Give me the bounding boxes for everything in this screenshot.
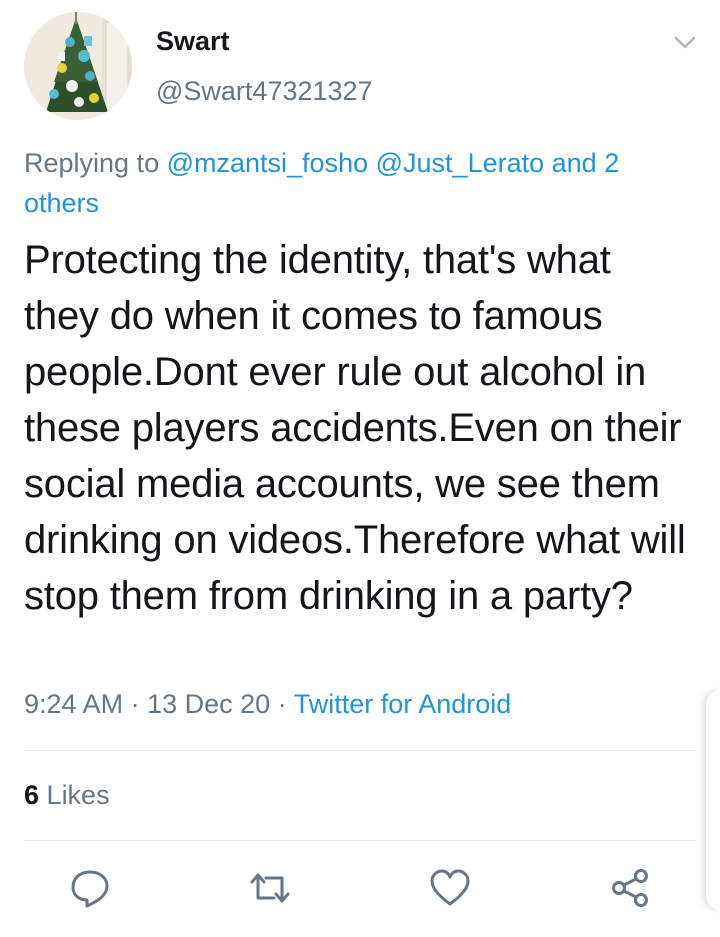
tweet-text: Protecting the identity, that's what the… bbox=[24, 238, 686, 618]
reply-context: Replying to @mzantsi_fosho @Just_Lerato … bbox=[24, 143, 689, 223]
tweet-meta: 9:24 AM · 13 Dec 20 · Twitter for Androi… bbox=[24, 689, 511, 720]
mention-link[interactable]: @mzantsi_fosho bbox=[167, 148, 369, 178]
likes-label: Likes bbox=[46, 780, 110, 810]
user-name[interactable]: Swart bbox=[156, 26, 230, 57]
user-handle[interactable]: @Swart47321327 bbox=[156, 76, 373, 107]
scroll-edge bbox=[706, 690, 720, 910]
meta-separator: · bbox=[277, 689, 287, 719]
mention-link[interactable]: @Just_Lerato bbox=[376, 148, 545, 178]
meta-separator: · bbox=[130, 689, 140, 719]
share-icon[interactable] bbox=[608, 866, 652, 910]
likes-count: 6 bbox=[24, 780, 40, 810]
heart-icon[interactable] bbox=[428, 866, 472, 910]
reply-icon[interactable] bbox=[68, 866, 112, 910]
avatar[interactable] bbox=[24, 12, 132, 120]
divider bbox=[24, 840, 696, 841]
divider bbox=[24, 750, 696, 751]
retweet-icon[interactable] bbox=[248, 866, 292, 910]
tweet-detail: Swart @Swart47321327 Replying to @mzants… bbox=[0, 0, 720, 937]
christmas-tree-image bbox=[24, 12, 132, 120]
likes-stat[interactable]: 6 Likes bbox=[24, 780, 110, 811]
tweet-source[interactable]: Twitter for Android bbox=[294, 689, 512, 719]
chevron-down-icon[interactable] bbox=[670, 30, 700, 54]
tweet-time[interactable]: 9:24 AM bbox=[24, 689, 123, 719]
reply-prefix: Replying to bbox=[24, 148, 160, 178]
tweet-date[interactable]: 13 Dec 20 bbox=[147, 689, 270, 719]
